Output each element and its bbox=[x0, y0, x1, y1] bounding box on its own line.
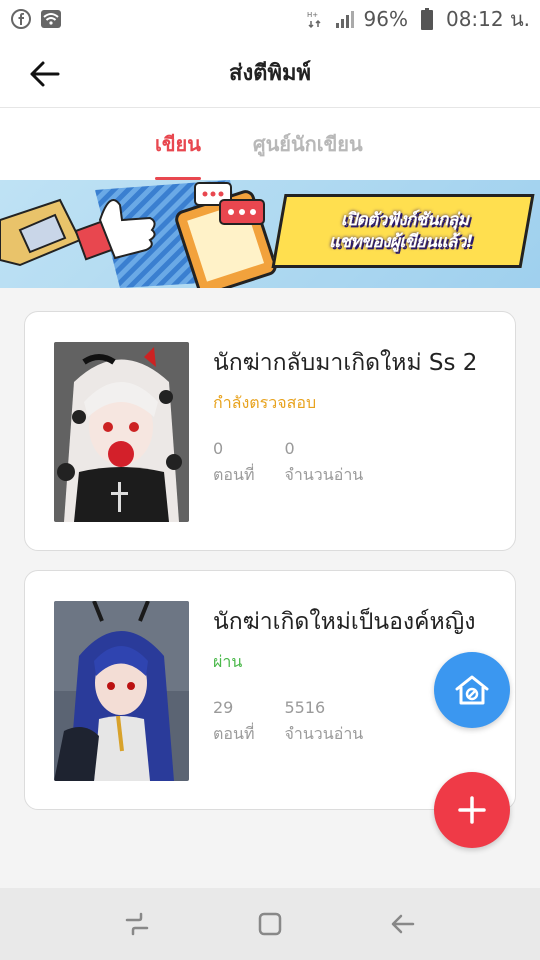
battery-percent: 96% bbox=[363, 7, 408, 31]
novel-card[interactable]: นักฆ่ากลับมาเกิดใหม่ Ss 2 กำลังตรวจสอบ 0… bbox=[24, 311, 516, 551]
banner-line-2: แชทของผู้เขียนแล้ว! bbox=[329, 232, 474, 252]
novel-title: นักฆ่ากลับมาเกิดใหม่ Ss 2 bbox=[213, 350, 478, 376]
novel-status: กำลังตรวจสอบ bbox=[213, 393, 317, 413]
community-home-icon bbox=[455, 675, 489, 705]
tab-write[interactable]: เขียน bbox=[155, 108, 201, 180]
reads-count: 0 bbox=[284, 439, 295, 459]
novel-info: นักฆ่ากลับมาเกิดใหม่ Ss 2 กำลังตรวจสอบ 0… bbox=[213, 348, 493, 487]
status-bar: H+ 96% 08:12 น. bbox=[0, 0, 540, 38]
episodes-stat: 0 ตอนที่ bbox=[213, 436, 254, 487]
svg-text:H+: H+ bbox=[307, 11, 318, 19]
signal-icon bbox=[334, 8, 356, 30]
reads-label: จำนวนอ่าน bbox=[284, 723, 364, 743]
banner-line-1: เปิดตัวฟังก์ชันกลุ่ม bbox=[341, 209, 469, 230]
reads-count: 5516 bbox=[284, 698, 326, 718]
novel-cover-image bbox=[54, 342, 189, 522]
novel-cover-image bbox=[54, 601, 189, 781]
home-button[interactable] bbox=[245, 899, 295, 949]
episodes-label: ตอนที่ bbox=[213, 723, 255, 743]
add-novel-button[interactable] bbox=[434, 772, 510, 848]
novel-stats: 0 ตอนที่ 0 จำนวนอ่าน bbox=[213, 436, 493, 487]
community-button[interactable] bbox=[434, 652, 510, 728]
promo-banner[interactable]: เปิดตัวฟังก์ชันกลุ่ม แชทของผู้เขียนแล้ว! bbox=[0, 180, 540, 288]
reads-stat: 0 จำนวนอ่าน bbox=[284, 436, 363, 487]
recent-apps-button[interactable] bbox=[112, 899, 162, 949]
plus-icon bbox=[458, 796, 486, 824]
home-square-icon bbox=[258, 912, 282, 936]
tab-writer-center[interactable]: ศูนย์นักเขียน bbox=[253, 108, 363, 180]
tab-bar: เขียน ศูนย์นักเขียน bbox=[0, 108, 540, 180]
novel-title: นักฆ่าเกิดใหม่เป็นองค์หญิง bbox=[213, 609, 476, 635]
arrow-left-icon bbox=[30, 61, 60, 87]
top-bar: ส่งตีพิมพ์ bbox=[0, 38, 540, 108]
reads-label: จำนวนอ่าน bbox=[284, 464, 364, 484]
recent-apps-icon bbox=[125, 912, 148, 936]
battery-icon bbox=[416, 8, 438, 30]
wifi-icon bbox=[40, 8, 62, 30]
back-button[interactable] bbox=[22, 52, 66, 96]
episodes-stat: 29 ตอนที่ bbox=[213, 695, 254, 746]
clock: 08:12 น. bbox=[445, 7, 530, 31]
data-arrows-icon: H+ bbox=[304, 8, 326, 30]
episodes-label: ตอนที่ bbox=[213, 464, 255, 484]
reads-stat: 5516 จำนวนอ่าน bbox=[284, 695, 363, 746]
back-nav-button[interactable] bbox=[378, 899, 428, 949]
episodes-count: 29 bbox=[213, 698, 234, 718]
back-arrow-icon bbox=[392, 914, 415, 934]
episodes-count: 0 bbox=[213, 439, 224, 459]
banner-headline-box: เปิดตัวฟังก์ชันกลุ่ม แชทของผู้เขียนแล้ว! bbox=[271, 194, 535, 268]
facebook-icon bbox=[10, 8, 32, 30]
system-nav-bar bbox=[0, 888, 540, 960]
page-title: ส่งตีพิมพ์ bbox=[229, 61, 311, 86]
